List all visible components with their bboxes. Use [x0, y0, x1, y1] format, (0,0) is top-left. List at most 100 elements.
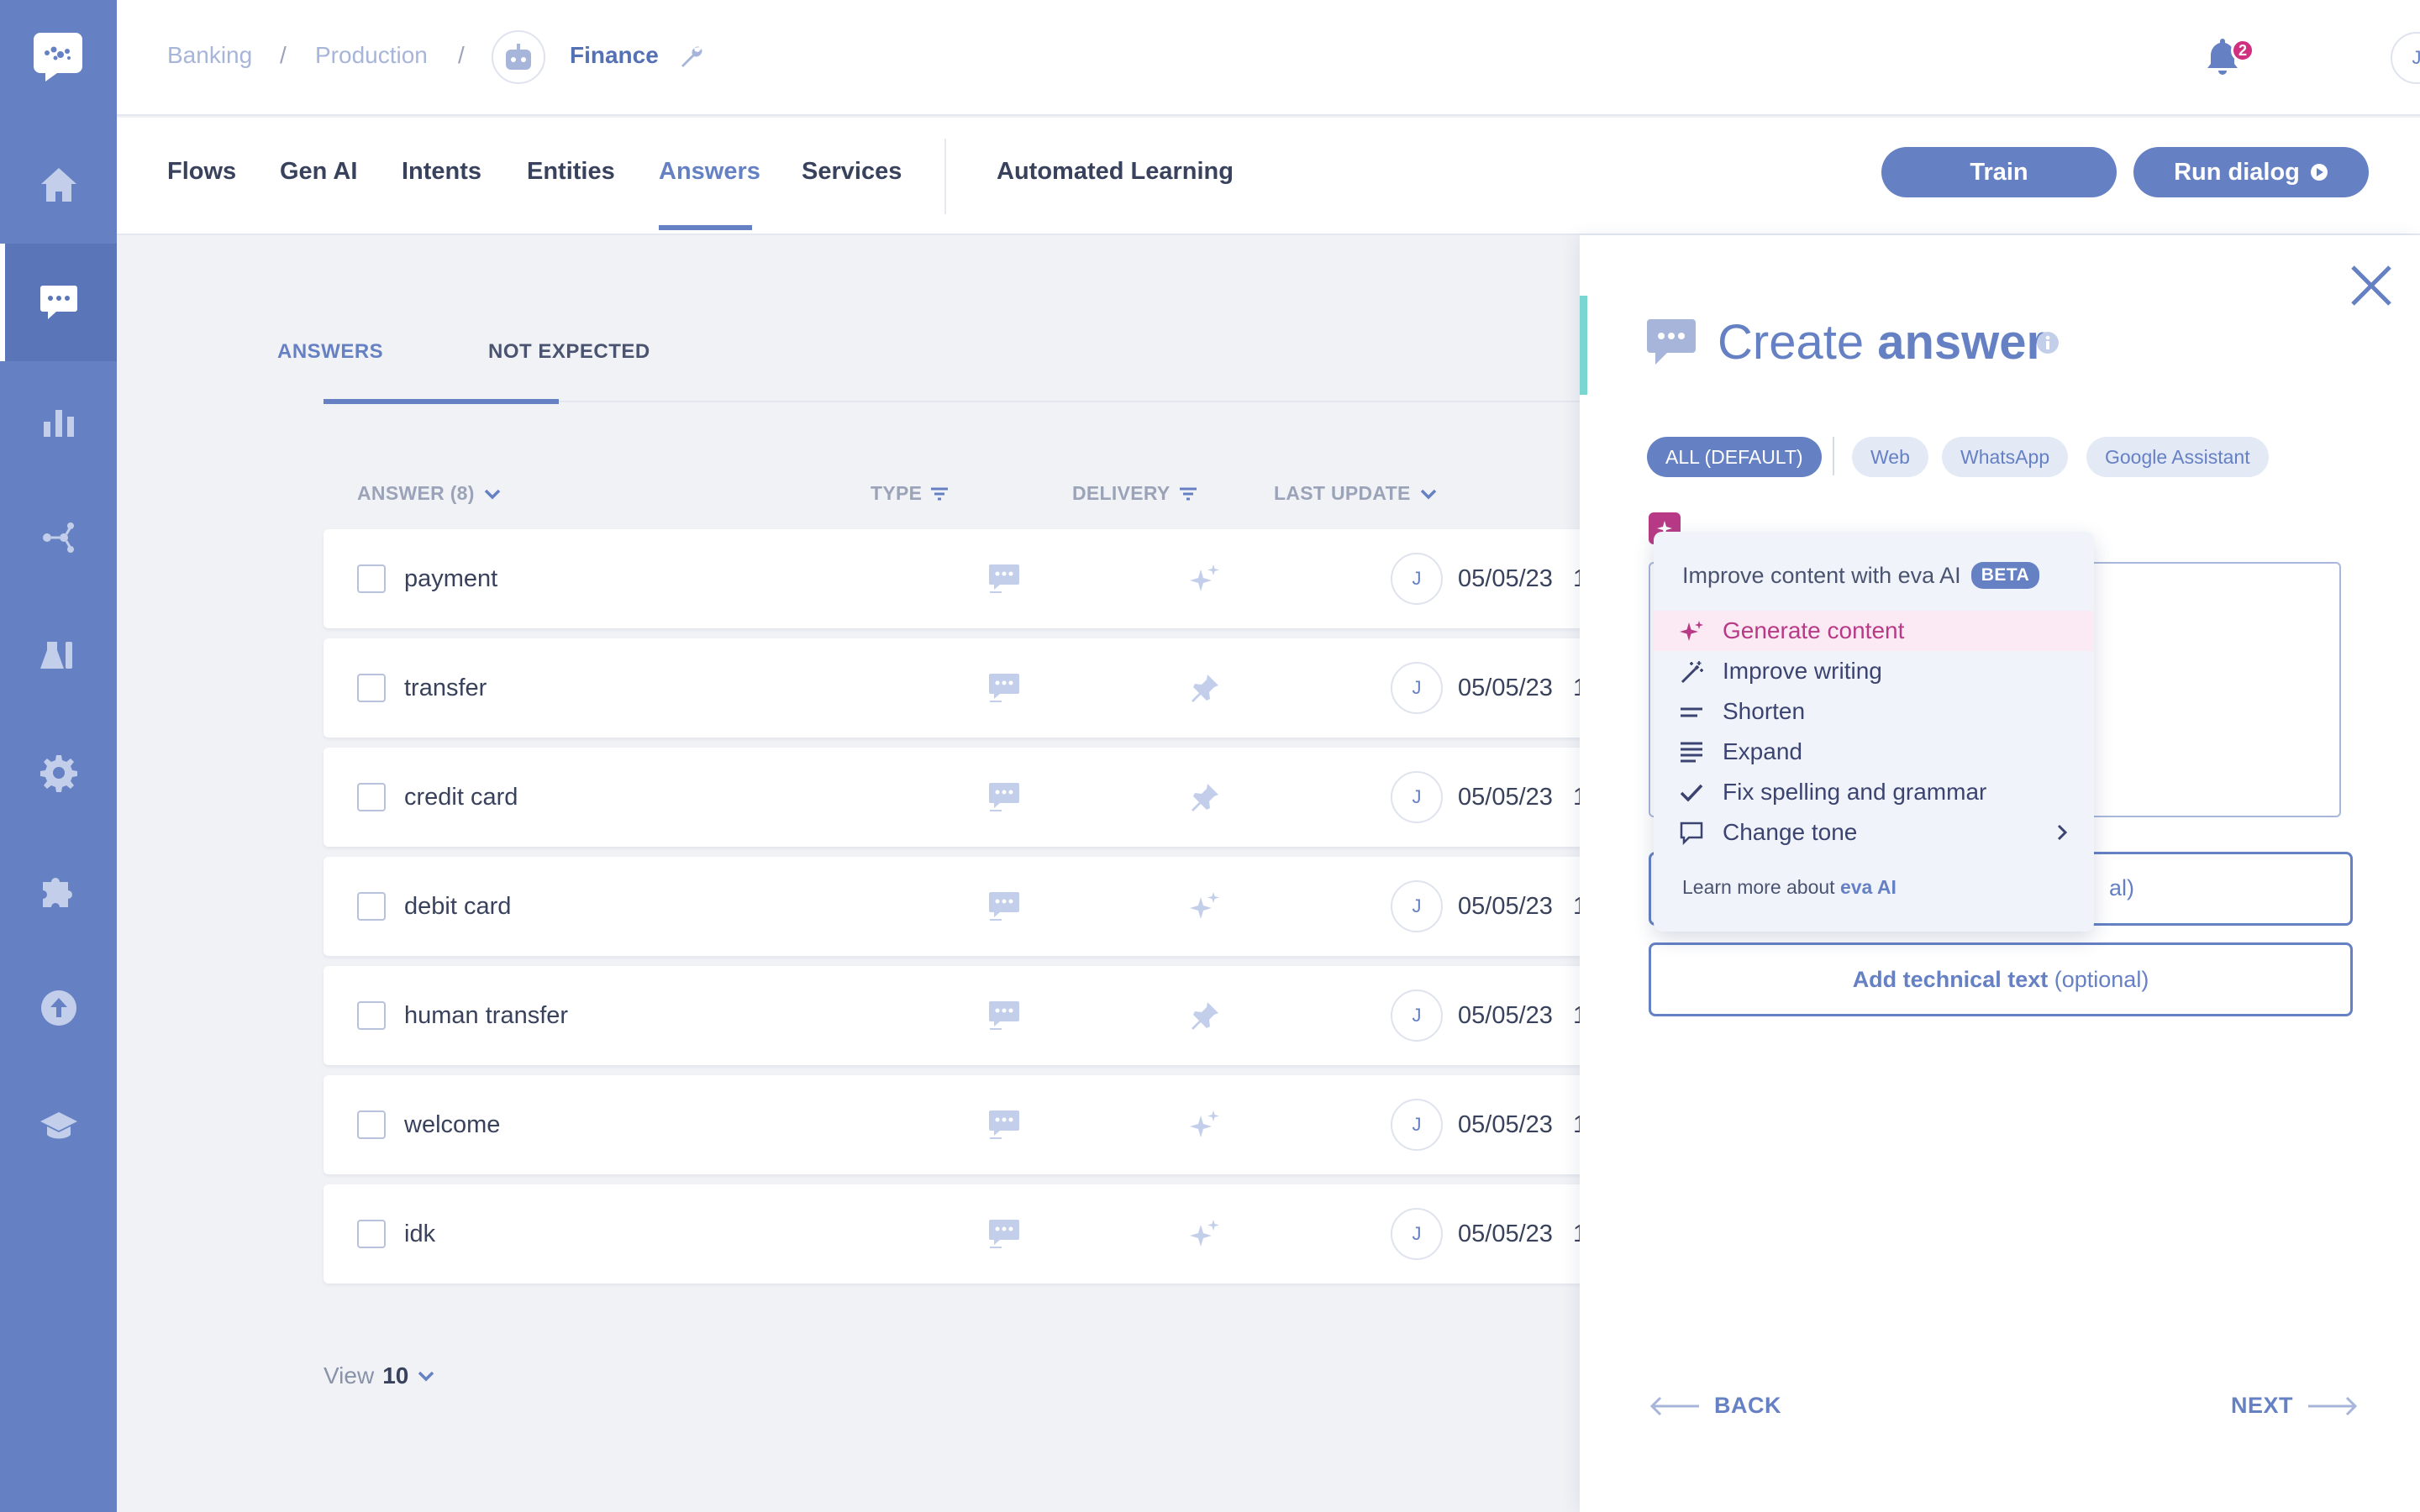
menu-item-expand[interactable]: Expand: [1654, 732, 2094, 772]
subtab-answers[interactable]: ANSWERS: [277, 340, 383, 364]
channel-chip-google-assistant[interactable]: Google Assistant: [2086, 437, 2269, 477]
row-checkbox[interactable]: [357, 674, 386, 702]
eva-ai-link[interactable]: eva AI: [1840, 876, 1897, 898]
table-row[interactable]: credit cardJ05/05/2315:32:03: [324, 748, 1752, 847]
last-update-date: 05/05/23: [1458, 1002, 1553, 1029]
run-dialog-button[interactable]: Run dialog: [2133, 147, 2369, 197]
chat-icon: [989, 1110, 1019, 1139]
answer-delivery: [1189, 1000, 1221, 1032]
column-header-last-update[interactable]: LAST UPDATE: [1274, 482, 1438, 505]
column-header-answer[interactable]: ANSWER (8): [357, 482, 502, 505]
user-avatar[interactable]: J: [2391, 32, 2420, 84]
chip-divider: [1833, 437, 1834, 475]
sidebar-item-tests[interactable]: [0, 596, 117, 714]
subtab-not-expected[interactable]: NOT EXPECTED: [488, 340, 650, 364]
table-row[interactable]: debit cardJ05/05/2315:32:03: [324, 857, 1752, 956]
menu-item-generate-content[interactable]: Generate content: [1654, 611, 2094, 651]
answer-name[interactable]: idk: [404, 1221, 435, 1248]
chevron-down-icon: [1420, 489, 1436, 499]
speech-bubble-icon: [1680, 822, 1703, 846]
answer-name[interactable]: debit card: [404, 893, 511, 921]
tab-flows[interactable]: Flows: [167, 158, 236, 186]
table-row[interactable]: idkJ05/05/2315:32:03: [324, 1184, 1752, 1284]
sparkle-icon: [1190, 564, 1219, 591]
row-checkbox[interactable]: [357, 1110, 386, 1139]
tab-services[interactable]: Services: [802, 158, 902, 186]
table-row[interactable]: welcomeJ05/05/2315:32:03: [324, 1075, 1752, 1174]
menu-item-label: Generate content: [1723, 617, 1905, 643]
breadcrumb-production[interactable]: Production: [315, 42, 428, 69]
close-icon[interactable]: [2349, 264, 2393, 307]
tab-gen-ai[interactable]: Gen AI: [280, 158, 357, 186]
sparkle-icon: [1190, 892, 1219, 919]
tab-answers[interactable]: Answers: [659, 158, 760, 186]
answer-name[interactable]: payment: [404, 565, 497, 593]
row-checkbox[interactable]: [357, 1220, 386, 1248]
answer-name[interactable]: credit card: [404, 784, 518, 811]
pin-icon: [1192, 675, 1218, 702]
answer-type: [988, 1218, 1020, 1250]
answer-name[interactable]: transfer: [404, 675, 487, 702]
row-checkbox[interactable]: [357, 892, 386, 921]
answer-name[interactable]: welcome: [404, 1111, 500, 1139]
sidebar-item-answers[interactable]: [0, 244, 117, 361]
column-header-delivery[interactable]: DELIVERY: [1072, 482, 1197, 505]
answers-content: ANSWERS NOT EXPECTED ANSWER (8) TYPE DEL…: [117, 236, 1752, 1512]
wrench-icon[interactable]: [678, 44, 703, 69]
sidebar-item-settings[interactable]: [0, 714, 117, 832]
next-button[interactable]: NEXT: [2231, 1393, 2359, 1419]
back-label: BACK: [1714, 1393, 1781, 1418]
sidebar-item-plugins[interactable]: [0, 832, 117, 949]
table-row[interactable]: paymentJ05/05/2315:32:03: [324, 529, 1752, 628]
chevron-down-icon: [418, 1371, 434, 1382]
row-checkbox[interactable]: [357, 1001, 386, 1030]
menu-item-fix-spelling[interactable]: Fix spelling and grammar: [1654, 772, 2094, 812]
table-row[interactable]: human transferJ05/05/2315:32:03: [324, 966, 1752, 1065]
play-icon: [2310, 164, 2328, 181]
menu-item-improve-writing[interactable]: Improve writing: [1654, 651, 2094, 691]
last-update-date: 05/05/23: [1458, 1111, 1553, 1138]
view-label: View: [324, 1362, 375, 1389]
sidebar-item-publish[interactable]: [0, 949, 117, 1067]
add-technical-text-button[interactable]: Add technical text (optional): [1649, 942, 2353, 1016]
answer-name[interactable]: human transfer: [404, 1002, 568, 1030]
back-button[interactable]: BACK: [1649, 1393, 1781, 1419]
pin-icon: [1192, 1002, 1218, 1030]
row-checkbox[interactable]: [357, 564, 386, 593]
sidebar: [0, 0, 117, 1512]
avatar: J: [1391, 990, 1443, 1042]
view-value: 10: [382, 1362, 409, 1389]
table-row[interactable]: transferJ05/05/2315:32:03: [324, 638, 1752, 738]
menu-item-change-tone[interactable]: Change tone: [1654, 812, 2094, 853]
view-page-size[interactable]: View 10: [324, 1362, 435, 1389]
answer-delivery: [1189, 672, 1221, 704]
upload-icon: [40, 990, 76, 1026]
channel-chip-whatsapp[interactable]: WhatsApp: [1942, 437, 2069, 477]
train-button[interactable]: Train: [1881, 147, 2117, 197]
menu-item-shorten[interactable]: Shorten: [1654, 691, 2094, 732]
answer-delivery: [1189, 1109, 1221, 1141]
notification-badge: 2: [2231, 39, 2254, 62]
breadcrumb-finance[interactable]: Finance: [570, 42, 659, 69]
sidebar-item-integrations[interactable]: [0, 479, 117, 596]
sidebar-item-analytics[interactable]: [0, 363, 117, 480]
channel-chip-web[interactable]: Web: [1852, 437, 1928, 477]
sidebar-item-academy[interactable]: [0, 1067, 117, 1184]
row-checkbox[interactable]: [357, 783, 386, 811]
lab-flask-icon: [39, 642, 72, 669]
info-icon[interactable]: [2036, 331, 2060, 354]
eva-ai-menu: Improve content with eva AI BETA Generat…: [1654, 532, 2094, 932]
answer-type: [988, 563, 1020, 595]
channel-chip-all[interactable]: ALL (DEFAULT): [1647, 437, 1822, 477]
chat-icon: [1647, 319, 1696, 365]
breadcrumb-banking[interactable]: Banking: [167, 42, 252, 69]
tab-entities[interactable]: Entities: [527, 158, 615, 186]
next-label: NEXT: [2231, 1393, 2294, 1418]
column-header-type[interactable]: TYPE: [871, 482, 949, 505]
eva-logo[interactable]: [32, 31, 84, 83]
sidebar-item-home[interactable]: [0, 126, 117, 244]
tab-intents[interactable]: Intents: [402, 158, 481, 186]
chat-icon: [989, 564, 1019, 593]
technical-text-optional: (optional): [2054, 966, 2149, 992]
tab-automated-learning[interactable]: Automated Learning: [997, 158, 1234, 186]
